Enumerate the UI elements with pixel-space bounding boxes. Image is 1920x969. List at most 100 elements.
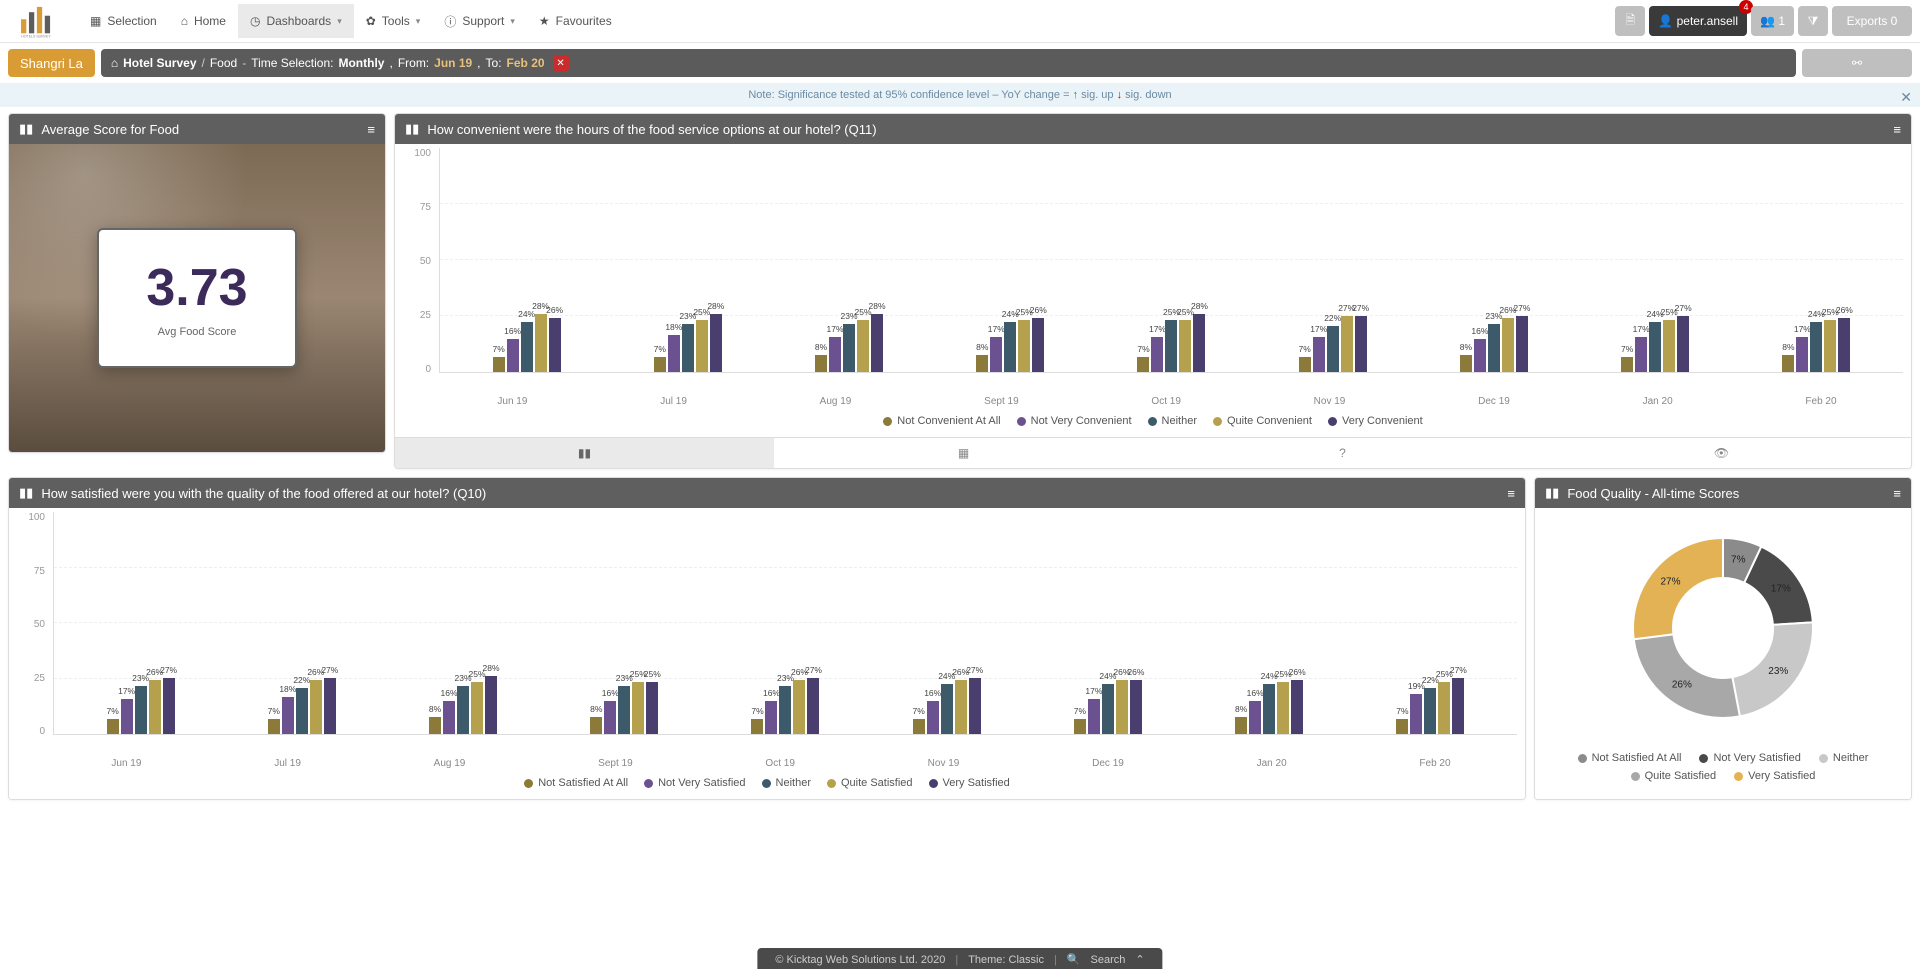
breadcrumb-bar: Shangri La ⌂ Hotel Survey / Food - Time … xyxy=(0,43,1920,83)
legend-q11: Not Convenient At All Not Very Convenien… xyxy=(395,409,1911,437)
chart-icon: ▮▮ xyxy=(405,121,419,137)
legend-item[interactable]: Not Satisfied At All xyxy=(1578,752,1682,764)
user-icon: 👤 xyxy=(1658,14,1673,28)
user-menu[interactable]: 👤 peter.ansell4 xyxy=(1649,6,1747,36)
filter-button[interactable]: ⧩ xyxy=(1798,6,1828,36)
chart-icon: ▮▮ xyxy=(19,121,33,137)
chevron-up-icon[interactable]: ⌃ xyxy=(1135,953,1144,966)
row-1: ▮▮ Average Score for Food ≡ 3.73 Avg Foo… xyxy=(8,113,1912,469)
svg-text:HOTELS SURVEY: HOTELS SURVEY xyxy=(21,35,51,39)
home-icon[interactable]: ⌂ xyxy=(111,56,118,70)
logo[interactable]: HOTELS SURVEY xyxy=(8,1,64,41)
legend-item[interactable]: Not Convenient At All xyxy=(883,415,1000,427)
menu-icon[interactable]: ≡ xyxy=(1507,486,1515,501)
nav-tools[interactable]: ✿Tools▾ xyxy=(354,4,433,38)
eye-icon: 👁 xyxy=(1714,446,1729,460)
svg-text:26%: 26% xyxy=(1672,680,1692,691)
brand-pill[interactable]: Shangri La xyxy=(8,49,95,77)
share-button[interactable]: ⚯ xyxy=(1802,49,1912,77)
donut-chart: 7% 17% 23% 26% 27% xyxy=(1535,508,1911,748)
panel-tabs: ▮▮ ▦ ? 👁 xyxy=(395,437,1911,468)
nav-items: ▦Selection ⌂Home ◷Dashboards▾ ✿Tools▾ ⓘS… xyxy=(78,3,624,40)
tab-chart[interactable]: ▮▮ xyxy=(395,438,774,468)
grid-icon: ▦ xyxy=(90,14,101,28)
legend-item[interactable]: Neither xyxy=(1148,415,1197,427)
search-icon: 🔍 xyxy=(1067,953,1081,966)
search-button[interactable]: Search xyxy=(1091,954,1126,966)
svg-text:27%: 27% xyxy=(1660,577,1680,588)
score-tablet: 3.73 Avg Food Score xyxy=(97,228,297,368)
score-label: Avg Food Score xyxy=(158,326,237,338)
panel-donut: ▮▮ Food Quality - All-time Scores ≡ 7% 17… xyxy=(1534,477,1912,800)
gauge-icon: ◷ xyxy=(250,14,260,28)
gear-icon: ✿ xyxy=(366,14,376,28)
panel-score: ▮▮ Average Score for Food ≡ 3.73 Avg Foo… xyxy=(8,113,386,453)
svg-text:7%: 7% xyxy=(1731,555,1746,566)
star-icon: ★ xyxy=(539,14,550,28)
row-2: ▮▮ How satisfied were you with the quali… xyxy=(8,477,1912,800)
legend-item[interactable]: Neither xyxy=(1819,752,1868,764)
theme-selector[interactable]: Theme: Classic xyxy=(968,954,1044,966)
menu-icon[interactable]: ≡ xyxy=(1893,486,1901,501)
legend-item[interactable]: Not Very Convenient xyxy=(1017,415,1132,427)
panel-title: How satisfied were you with the quality … xyxy=(41,486,486,501)
tab-view[interactable]: 👁 xyxy=(1532,438,1911,468)
chevron-down-icon: ▾ xyxy=(510,16,515,27)
legend-item[interactable]: Not Very Satisfied xyxy=(644,777,745,789)
legend-item[interactable]: Neither xyxy=(762,777,811,789)
svg-text:17%: 17% xyxy=(1771,584,1791,595)
home-icon: ⌂ xyxy=(181,14,188,28)
top-nav: HOTELS SURVEY ▦Selection ⌂Home ◷Dashboar… xyxy=(0,0,1920,43)
notice-bar: Note: Significance tested at 95% confide… xyxy=(0,83,1920,107)
panel-title: Food Quality - All-time Scores xyxy=(1567,486,1739,501)
nav-dashboards[interactable]: ◷Dashboards▾ xyxy=(238,4,354,38)
score-value: 3.73 xyxy=(146,258,247,318)
close-icon[interactable]: ✕ xyxy=(1900,89,1912,106)
chevron-down-icon: ▾ xyxy=(337,16,342,27)
clipboard-icon: 🗎 xyxy=(1626,11,1636,32)
filter-icon: ⧩ xyxy=(1808,14,1819,29)
chart-icon: ▮▮ xyxy=(578,446,591,460)
legend-item[interactable]: Very Convenient xyxy=(1328,415,1423,427)
nav-home[interactable]: ⌂Home xyxy=(169,4,238,38)
panel-title: How convenient were the hours of the foo… xyxy=(427,122,876,137)
content: ▮▮ Average Score for Food ≡ 3.73 Avg Foo… xyxy=(0,107,1920,804)
panel-q11: ▮▮ How convenient were the hours of the … xyxy=(394,113,1912,469)
legend-item[interactable]: Quite Satisfied xyxy=(1631,770,1717,782)
legend-item[interactable]: Very Satisfied xyxy=(1734,770,1815,782)
chart-q11: 02550751007%16%24%28%26%7%18%23%25%28%8%… xyxy=(395,144,1911,409)
nav-support[interactable]: ⓘSupport▾ xyxy=(432,3,527,40)
chevron-down-icon: ▾ xyxy=(416,16,421,27)
menu-icon[interactable]: ≡ xyxy=(1893,122,1901,137)
legend-item[interactable]: Not Satisfied At All xyxy=(524,777,628,789)
nav-favourites[interactable]: ★Favourites xyxy=(527,4,624,38)
top-right: 🗎 👤 peter.ansell4 👥 1 ⧩ Exports 0 xyxy=(1615,6,1912,36)
legend-donut: Not Satisfied At All Not Very Satisfied … xyxy=(1535,748,1911,794)
exports-button[interactable]: Exports 0 xyxy=(1832,6,1912,36)
legend-item[interactable]: Not Very Satisfied xyxy=(1699,752,1800,764)
legend-item[interactable]: Quite Satisfied xyxy=(827,777,913,789)
chart-icon: ▮▮ xyxy=(19,485,33,501)
question-icon: ? xyxy=(1339,446,1346,460)
table-icon: ▦ xyxy=(958,446,969,460)
menu-icon[interactable]: ≡ xyxy=(367,122,375,137)
tab-help[interactable]: ? xyxy=(1153,438,1532,468)
groups-button[interactable]: 👥 1 xyxy=(1751,6,1794,36)
panel-title: Average Score for Food xyxy=(41,122,179,137)
legend-item[interactable]: Very Satisfied xyxy=(929,777,1010,789)
close-icon[interactable]: ✕ xyxy=(553,55,569,71)
info-icon: ⓘ xyxy=(444,13,456,30)
nav-selection[interactable]: ▦Selection xyxy=(78,4,169,38)
panel-q10: ▮▮ How satisfied were you with the quali… xyxy=(8,477,1526,800)
chart-q10: 02550751007%17%23%26%27%7%18%22%26%27%8%… xyxy=(9,508,1525,771)
breadcrumb: ⌂ Hotel Survey / Food - Time Selection: … xyxy=(101,49,1796,77)
share-icon: ⚯ xyxy=(1852,56,1862,70)
tab-table[interactable]: ▦ xyxy=(774,438,1153,468)
legend-q10: Not Satisfied At All Not Very Satisfied … xyxy=(9,771,1525,799)
chart-icon: ▮▮ xyxy=(1545,485,1559,501)
svg-text:23%: 23% xyxy=(1768,666,1788,677)
legend-item[interactable]: Quite Convenient xyxy=(1213,415,1312,427)
group-icon: 👥 xyxy=(1760,14,1775,28)
footer: © Kicktag Web Solutions Ltd. 2020 | Them… xyxy=(757,948,1162,969)
clipboard-button[interactable]: 🗎 xyxy=(1615,6,1645,36)
